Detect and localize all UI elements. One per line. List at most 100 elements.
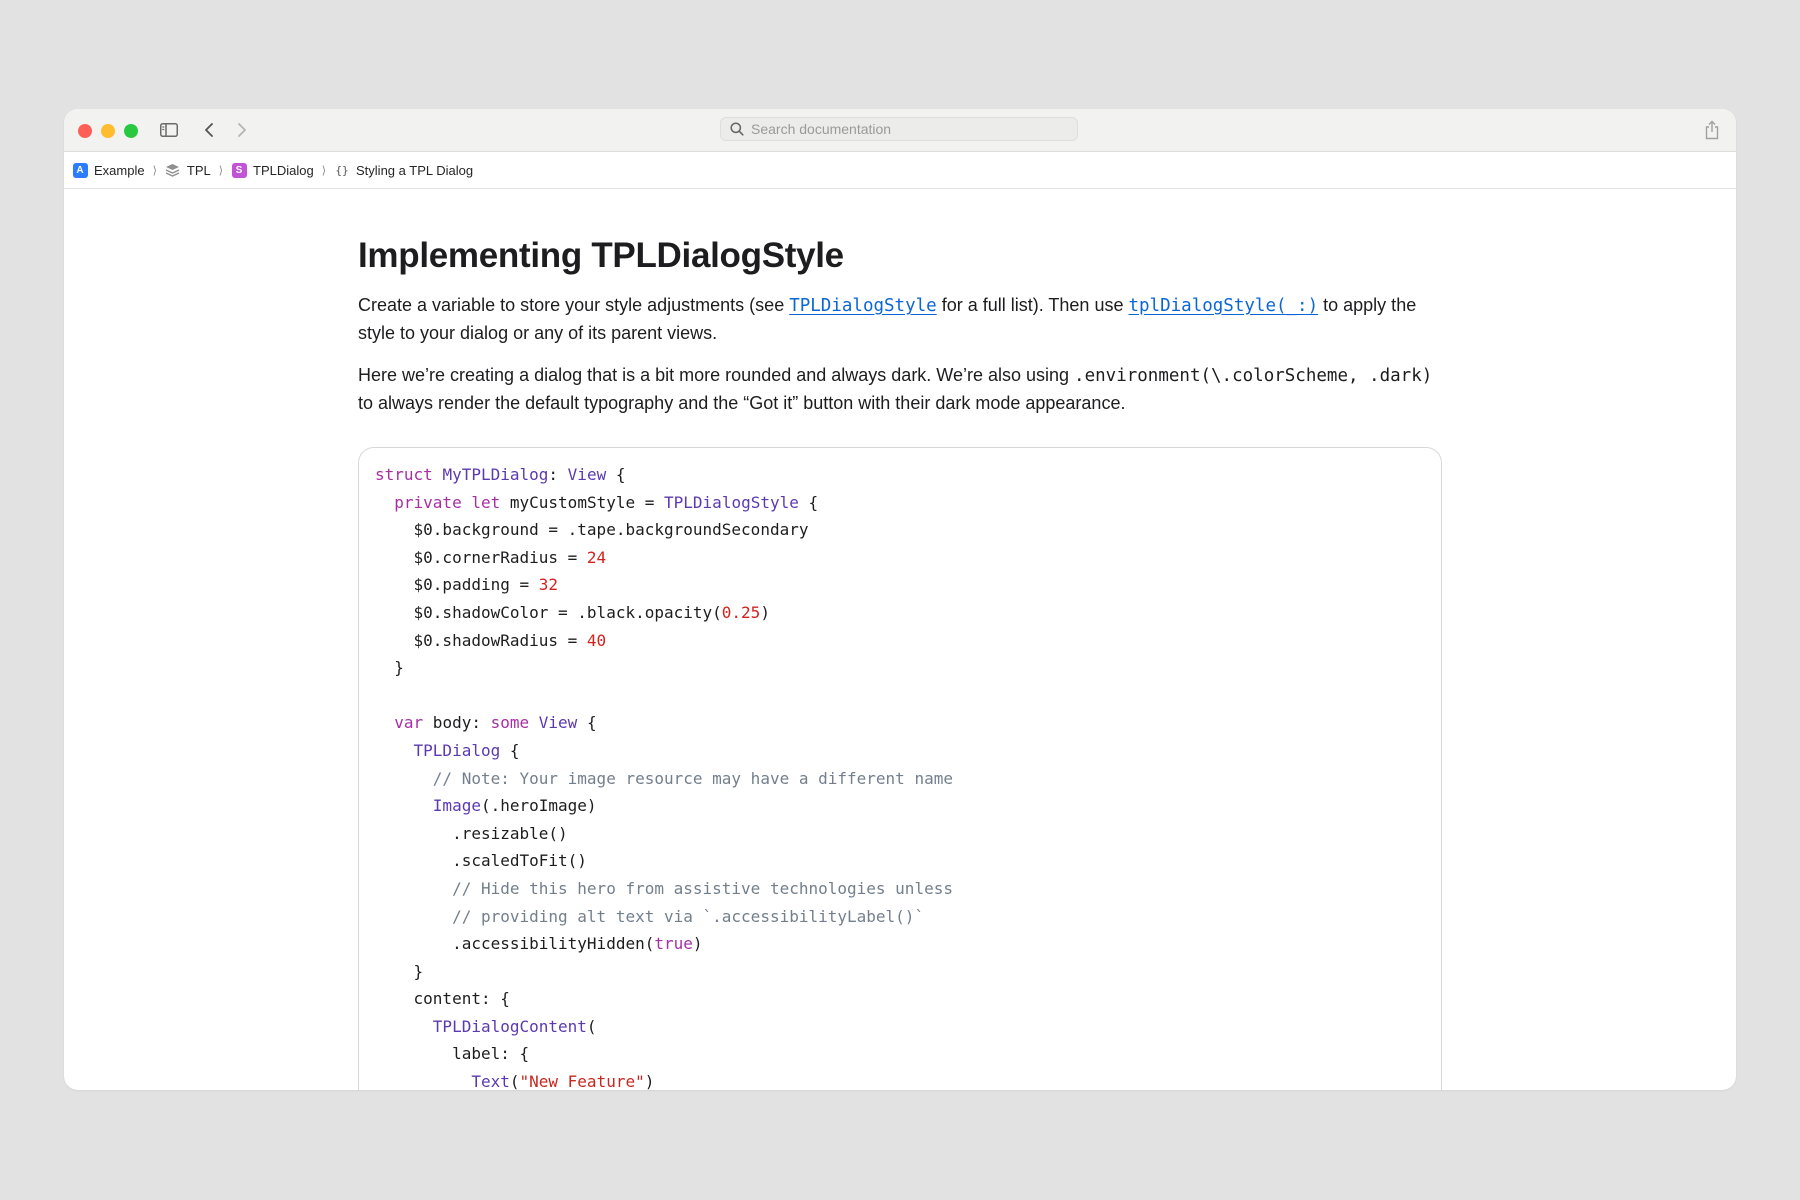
code-plain [375, 741, 414, 760]
article-content: Implementing TPLDialogStyle Create a var… [358, 234, 1442, 1090]
breadcrumb-item-tpl[interactable]: TPL [165, 160, 211, 180]
breadcrumb-label: Styling a TPL Dialog [356, 162, 474, 178]
breadcrumb-separator-icon: ⟩ [218, 164, 224, 177]
code-plain: .scaledToFit() [375, 851, 587, 871]
app-icon: A [72, 162, 88, 178]
code-plain: { [798, 492, 819, 512]
code-plain [375, 1017, 433, 1036]
code-line: $0.background = .tape.backgroundSecondar… [375, 516, 1425, 544]
code-plain: ( [586, 1016, 597, 1036]
code-line: $0.cornerRadius = 24 [375, 544, 1425, 572]
code-type: TPLDialog [413, 740, 501, 760]
breadcrumb-item-tpldialog[interactable]: S TPLDialog [231, 160, 314, 180]
code-number: 24 [586, 547, 607, 567]
code-line: .resizable() [375, 820, 1425, 848]
code-plain: { [577, 713, 597, 733]
code-plain: $0.padding = [375, 575, 539, 595]
breadcrumb-separator-icon: ⟩ [152, 164, 157, 177]
tpldialogstyle-link[interactable]: TPLDialogStyle [789, 296, 937, 316]
breadcrumb-label: Example [94, 162, 145, 178]
code-comment: // Hide this hero from assistive technol… [375, 878, 953, 898]
code-line: // providing alt text via `.accessibilit… [375, 903, 1425, 931]
code-plain: myCustomStyle = [500, 492, 665, 512]
chevron-left-icon[interactable] [200, 121, 218, 139]
share-icon[interactable] [1702, 119, 1722, 141]
code-plain: body: [423, 713, 491, 733]
code-line: Text("New Feature") [375, 1068, 1425, 1090]
title-bar [64, 109, 1736, 152]
code-plain: { [606, 465, 626, 484]
code-plain: } [375, 658, 404, 678]
code-plain: content: { [375, 989, 510, 1009]
code-plain: $0.shadowColor = .black.opacity( [375, 602, 722, 622]
code-plain: ) [644, 1072, 655, 1090]
sidebar-toggle-icon[interactable] [159, 122, 179, 138]
code-line: content: { [375, 985, 1425, 1013]
tpldialogstyle-modifier-link[interactable]: tplDialogStyle(_:) [1128, 296, 1318, 316]
inline-code: .environment(\.colorScheme, .dark) [1074, 366, 1433, 386]
code-plain [529, 713, 539, 732]
code-type: View [567, 465, 607, 484]
code-type: MyTPLDialog [442, 465, 549, 484]
zoom-window-button[interactable] [124, 124, 138, 138]
code-keyword: some [490, 713, 530, 733]
minimize-window-button[interactable] [101, 124, 115, 138]
swift-struct-icon: S [231, 162, 247, 178]
code-line: private let myCustomStyle = TPLDialogSty… [375, 489, 1425, 517]
code-plain [375, 713, 394, 732]
code-text: struct MyTPLDialog: View { private let m… [375, 461, 1425, 1090]
intro-paragraph: Create a variable to store your style ad… [358, 292, 1442, 347]
search-input[interactable] [751, 121, 1077, 137]
code-keyword: struct [375, 465, 433, 484]
browser-window: A Example ⟩ TPL ⟩ S TPLDialog ⟩ {} Styli… [64, 109, 1736, 1090]
code-type: TPLDialogStyle [664, 492, 799, 512]
code-plain: .accessibilityHidden( [375, 934, 655, 954]
code-line: .accessibilityHidden(true) [375, 930, 1425, 958]
code-line: label: { [375, 1040, 1425, 1068]
code-type: Image [432, 796, 481, 816]
breadcrumb-item-styling[interactable]: {} Styling a TPL Dialog [334, 160, 473, 180]
paragraph-text: for a full list). Then use [936, 295, 1129, 315]
code-comment: // Note: Your image resource may have a … [375, 768, 953, 788]
code-plain: ) [692, 934, 703, 954]
breadcrumb-item-example[interactable]: A Example [72, 160, 145, 180]
section-heading: Implementing TPLDialogStyle [358, 236, 844, 275]
code-type: TPLDialogContent [432, 1016, 587, 1036]
code-line: $0.shadowColor = .black.opacity(0.25) [375, 599, 1425, 627]
code-plain: .resizable() [375, 823, 568, 843]
code-listing: struct MyTPLDialog: View { private let m… [358, 447, 1442, 1090]
code-keyword: let [471, 492, 501, 512]
chevron-right-icon[interactable] [233, 121, 251, 139]
code-plain [375, 1072, 471, 1090]
breadcrumb-label: TPL [186, 162, 211, 178]
code-line: $0.padding = 32 [375, 571, 1425, 599]
code-line: } [375, 654, 1425, 682]
code-type: View [538, 713, 578, 733]
code-number: 40 [586, 630, 607, 650]
close-window-button[interactable] [78, 124, 92, 138]
code-comment: // providing alt text via `.accessibilit… [375, 906, 925, 926]
code-plain: $0.shadowRadius = [375, 630, 587, 650]
code-string: "New Feature" [519, 1072, 645, 1090]
code-plain: ( [509, 1072, 520, 1090]
code-plain: $0.cornerRadius = [375, 547, 587, 567]
search-field[interactable] [720, 117, 1078, 141]
code-line: } [375, 958, 1425, 986]
code-line: .scaledToFit() [375, 847, 1425, 875]
code-line: TPLDialogContent( [375, 1013, 1425, 1041]
breadcrumb-separator-icon: ⟩ [321, 164, 327, 177]
breadcrumb-label: TPLDialog [253, 162, 314, 178]
code-line: struct MyTPLDialog: View { [375, 461, 1425, 489]
code-plain: (.heroImage) [480, 796, 597, 816]
code-line: var body: some View { [375, 709, 1425, 737]
code-line: Image(.heroImage) [375, 792, 1425, 820]
search-icon [723, 122, 751, 136]
code-line: $0.shadowRadius = 40 [375, 627, 1425, 655]
code-keyword: var [394, 713, 424, 733]
code-plain [375, 493, 394, 512]
explanation-paragraph: Here we’re creating a dialog that is a b… [358, 362, 1442, 417]
code-plain: { [500, 740, 520, 760]
code-line: // Note: Your image resource may have a … [375, 765, 1425, 793]
code-number: 32 [538, 575, 559, 595]
code-plain: $0.background = .tape.backgroundSecondar… [375, 520, 809, 540]
